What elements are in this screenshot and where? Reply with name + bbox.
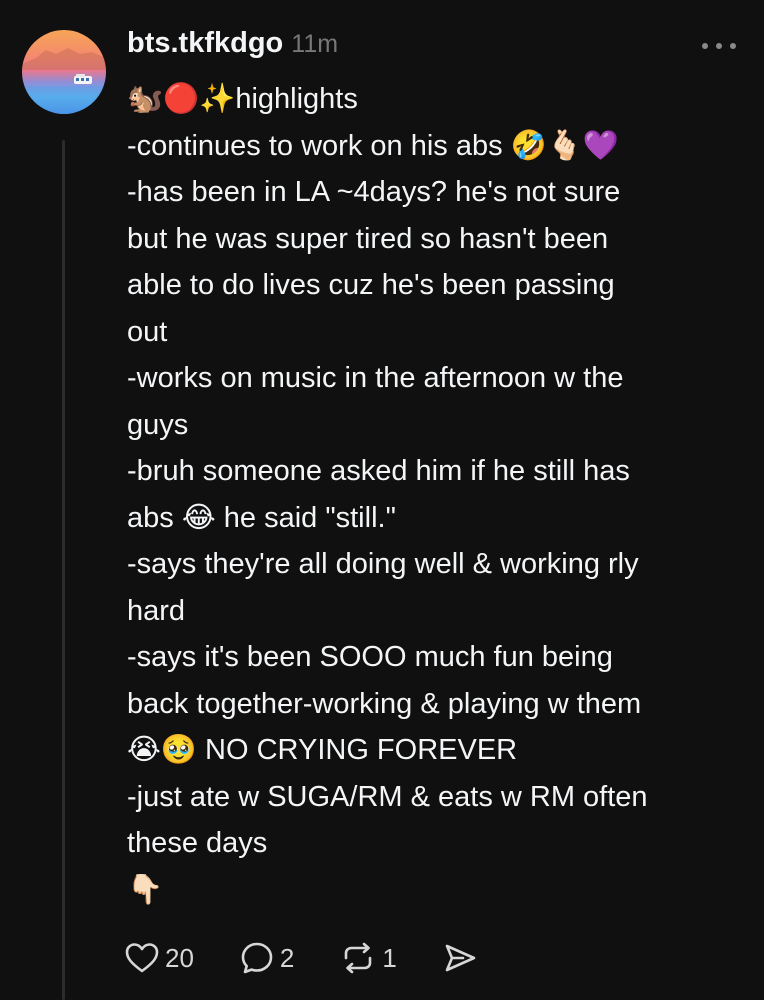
like-button[interactable]: 20 bbox=[125, 942, 194, 974]
more-dot bbox=[716, 43, 722, 49]
post-body: 🐿️🔴✨highlights -continues to work on his… bbox=[127, 76, 747, 913]
repost-count: 1 bbox=[382, 942, 397, 973]
post-line: -says it's been SOOO much fun being bbox=[127, 641, 613, 673]
post-line: 😭🥹 NO CRYING FOREVER bbox=[127, 734, 518, 766]
post-line: -just ate w SUGA/RM & eats w RM often bbox=[127, 780, 648, 813]
reply-count: 2 bbox=[279, 942, 295, 973]
more-dot bbox=[702, 43, 708, 49]
post-line: -says they're all doing well & working r… bbox=[127, 548, 639, 580]
like-count: 20 bbox=[165, 942, 194, 973]
post-line: able to do lives cuz he's been passing bbox=[127, 269, 615, 301]
timestamp: 11m bbox=[291, 30, 339, 58]
post-line: -bruh someone asked him if he still has bbox=[127, 455, 630, 487]
comment-bubble-icon bbox=[241, 942, 273, 974]
repost-icon bbox=[345, 942, 372, 974]
send-icon bbox=[445, 944, 476, 972]
post-line: but he was super tired so hasn't been bbox=[127, 222, 609, 255]
post-line: out bbox=[127, 315, 168, 348]
action-bar: 20 2 1 bbox=[125, 936, 477, 980]
post-line: -has been in LA ~4days? he's not sure bbox=[127, 176, 621, 208]
username[interactable]: bts.tkfkdgo bbox=[127, 27, 283, 60]
heart-icon bbox=[125, 943, 159, 973]
post-line: hard bbox=[127, 594, 186, 627]
post-line: guys bbox=[127, 408, 189, 441]
more-dot bbox=[730, 43, 736, 49]
post-line: 🐿️🔴✨highlights bbox=[127, 83, 358, 115]
post-line: these days bbox=[127, 827, 268, 859]
share-button[interactable] bbox=[443, 942, 477, 974]
avatar[interactable] bbox=[22, 30, 106, 114]
post-line: 👇🏻 bbox=[127, 873, 164, 906]
repost-button[interactable]: 1 bbox=[340, 941, 397, 975]
post-line: back together-working & playing w them bbox=[127, 687, 642, 720]
more-options-icon[interactable] bbox=[702, 36, 736, 56]
post-header: bts.tkfkdgo 11m bbox=[127, 27, 338, 67]
post-line: abs 😂 he said "still." bbox=[127, 501, 396, 534]
post-line: -continues to work on his abs 🤣🫰🏻💜 bbox=[127, 129, 619, 162]
reply-button[interactable]: 2 bbox=[240, 941, 294, 975]
post-line: -works on music in the afternoon w the bbox=[127, 362, 624, 394]
thread-line bbox=[62, 140, 65, 1000]
